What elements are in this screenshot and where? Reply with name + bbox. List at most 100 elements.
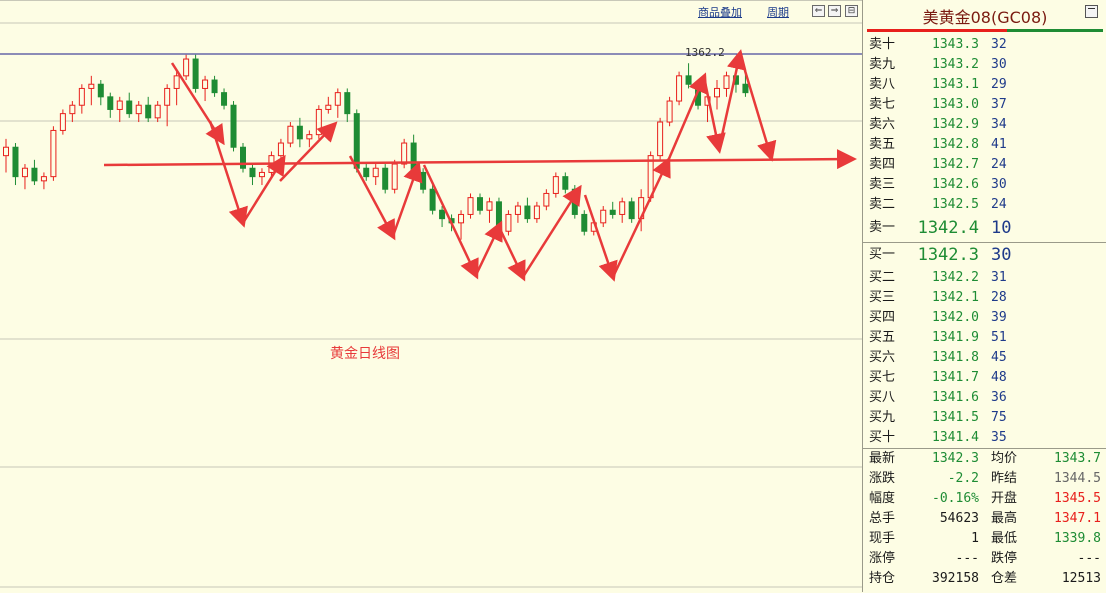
candle-body [258,171,265,178]
stat-label: 最新 [869,451,896,466]
candle [315,105,322,139]
overlay-link[interactable]: 商品叠加 [698,4,742,20]
candle [382,164,389,194]
candle [145,96,152,123]
bid-row[interactable]: 买五 1341.9 51 [863,328,1106,348]
bid-price: 1342.0 [932,310,979,325]
chart-caption: 黄金日线图 [330,345,400,362]
ask-row[interactable]: 卖九 1343.2 30 [863,55,1106,75]
candle-body [154,104,161,119]
stat-label: 持仓 [869,571,896,586]
candle-body [676,75,683,102]
candle-body [31,167,38,182]
stat-row: 持仓 392158 仓差 12513 [863,569,1106,589]
candle [50,126,57,181]
scroll-left-button[interactable]: ⇐ [812,5,825,17]
stat-label: 涨停 [869,551,896,566]
stat-label: 最高 [991,511,1018,526]
stat-row: 涨停 --- 跌停 --- [863,549,1106,569]
kline-chart-area[interactable]: 1362.2 黄金日线图 商品叠加 周期 ⇐ ⇒ ⊟ [0,0,862,592]
candle [211,75,218,97]
candles-layer [3,54,749,240]
kline-chart-svg[interactable]: 1362.2 黄金日线图 [0,1,862,593]
period-link[interactable]: 周期 [767,4,789,20]
bid-row[interactable]: 买二 1342.2 31 [863,268,1106,288]
candle [666,96,673,127]
bid-row[interactable]: 买九 1341.5 75 [863,408,1106,428]
fit-button[interactable]: ⊟ [845,5,858,17]
candle-body [420,171,427,190]
bid-qty: 48 [991,370,1007,385]
stat-label: 跌停 [991,551,1018,566]
candle-body [543,192,550,207]
candle [638,189,645,232]
ask-row[interactable]: 卖四 1342.7 24 [863,155,1106,175]
trend-arrow [583,194,618,282]
candle [240,143,246,173]
candle [723,71,730,97]
bid-row[interactable]: 买一 1342.3 30 [863,245,1106,265]
bid-qty: 35 [991,430,1007,445]
minimize-button[interactable] [1085,5,1098,18]
stat-value: 1343.7 [1054,451,1101,466]
candle-body [40,176,47,182]
candle [524,197,531,223]
ask-row[interactable]: 卖十 1343.3 32 [863,35,1106,55]
candle-body [410,142,417,173]
candle-body [107,96,114,110]
stat-label: 昨结 [991,471,1018,486]
scroll-right-button[interactable]: ⇒ [828,5,841,17]
stats-divider [863,448,1106,449]
candle-body [458,213,465,224]
candle [571,185,578,219]
candle-body [429,188,436,211]
candle [3,138,9,173]
ask-row[interactable]: 卖三 1342.6 30 [863,175,1106,195]
bid-row[interactable]: 买六 1341.8 45 [863,348,1106,368]
stat-row: 涨跌 -2.2 昨结 1344.5 [863,469,1106,489]
candle [173,71,180,106]
candle [88,75,95,106]
bid-price: 1341.8 [932,350,979,365]
trend-arrow [474,220,503,276]
candle-body [78,87,85,106]
candle [306,130,313,148]
ask-row[interactable]: 卖六 1342.9 34 [863,115,1106,135]
stat-row: 幅度 -0.16% 开盘 1345.5 [863,489,1106,509]
bid-row[interactable]: 买四 1342.0 39 [863,308,1106,328]
ask-row[interactable]: 卖八 1343.1 29 [863,75,1106,95]
ask-level-label: 卖一 [869,220,896,235]
ask-price: 1342.9 [932,117,979,132]
bid-row[interactable]: 买七 1341.7 48 [863,368,1106,388]
ask-level-label: 卖九 [869,57,896,72]
candle [609,201,616,219]
bid-row[interactable]: 买十 1341.4 35 [863,428,1106,448]
ask-row[interactable]: 卖二 1342.5 24 [863,195,1106,215]
bid-row[interactable]: 买八 1341.6 36 [863,388,1106,408]
ask-row[interactable]: 卖五 1342.8 41 [863,135,1106,155]
ask-row[interactable]: 卖七 1343.0 37 [863,95,1106,115]
candle [202,75,209,102]
ask-row[interactable]: 卖一 1342.4 10 [863,218,1106,238]
peak-label: 1362.2 [685,46,725,59]
candle-body [353,113,360,169]
candle-body [514,205,521,215]
candle-body [685,75,692,85]
candle-body [344,92,351,115]
ask-price: 1342.6 [932,177,979,192]
bid-qty: 31 [991,270,1007,285]
bid-row[interactable]: 买三 1342.1 28 [863,288,1106,308]
trend-arrow [738,53,777,162]
ask-price: 1343.2 [932,57,979,72]
stat-label: 现手 [869,531,896,546]
quote-panel: 美黄金08(GC08) 卖十 1343.3 32 卖九 1343.2 30 卖八 1343.1… [862,0,1106,592]
candle [296,117,303,148]
candle [477,193,483,215]
candle [12,143,19,186]
ask-price: 1342.7 [932,157,979,172]
candle-body [334,92,341,106]
candle [505,210,512,236]
candle [600,206,607,228]
bid-level-label: 买二 [869,270,896,285]
candle-body [600,209,607,224]
